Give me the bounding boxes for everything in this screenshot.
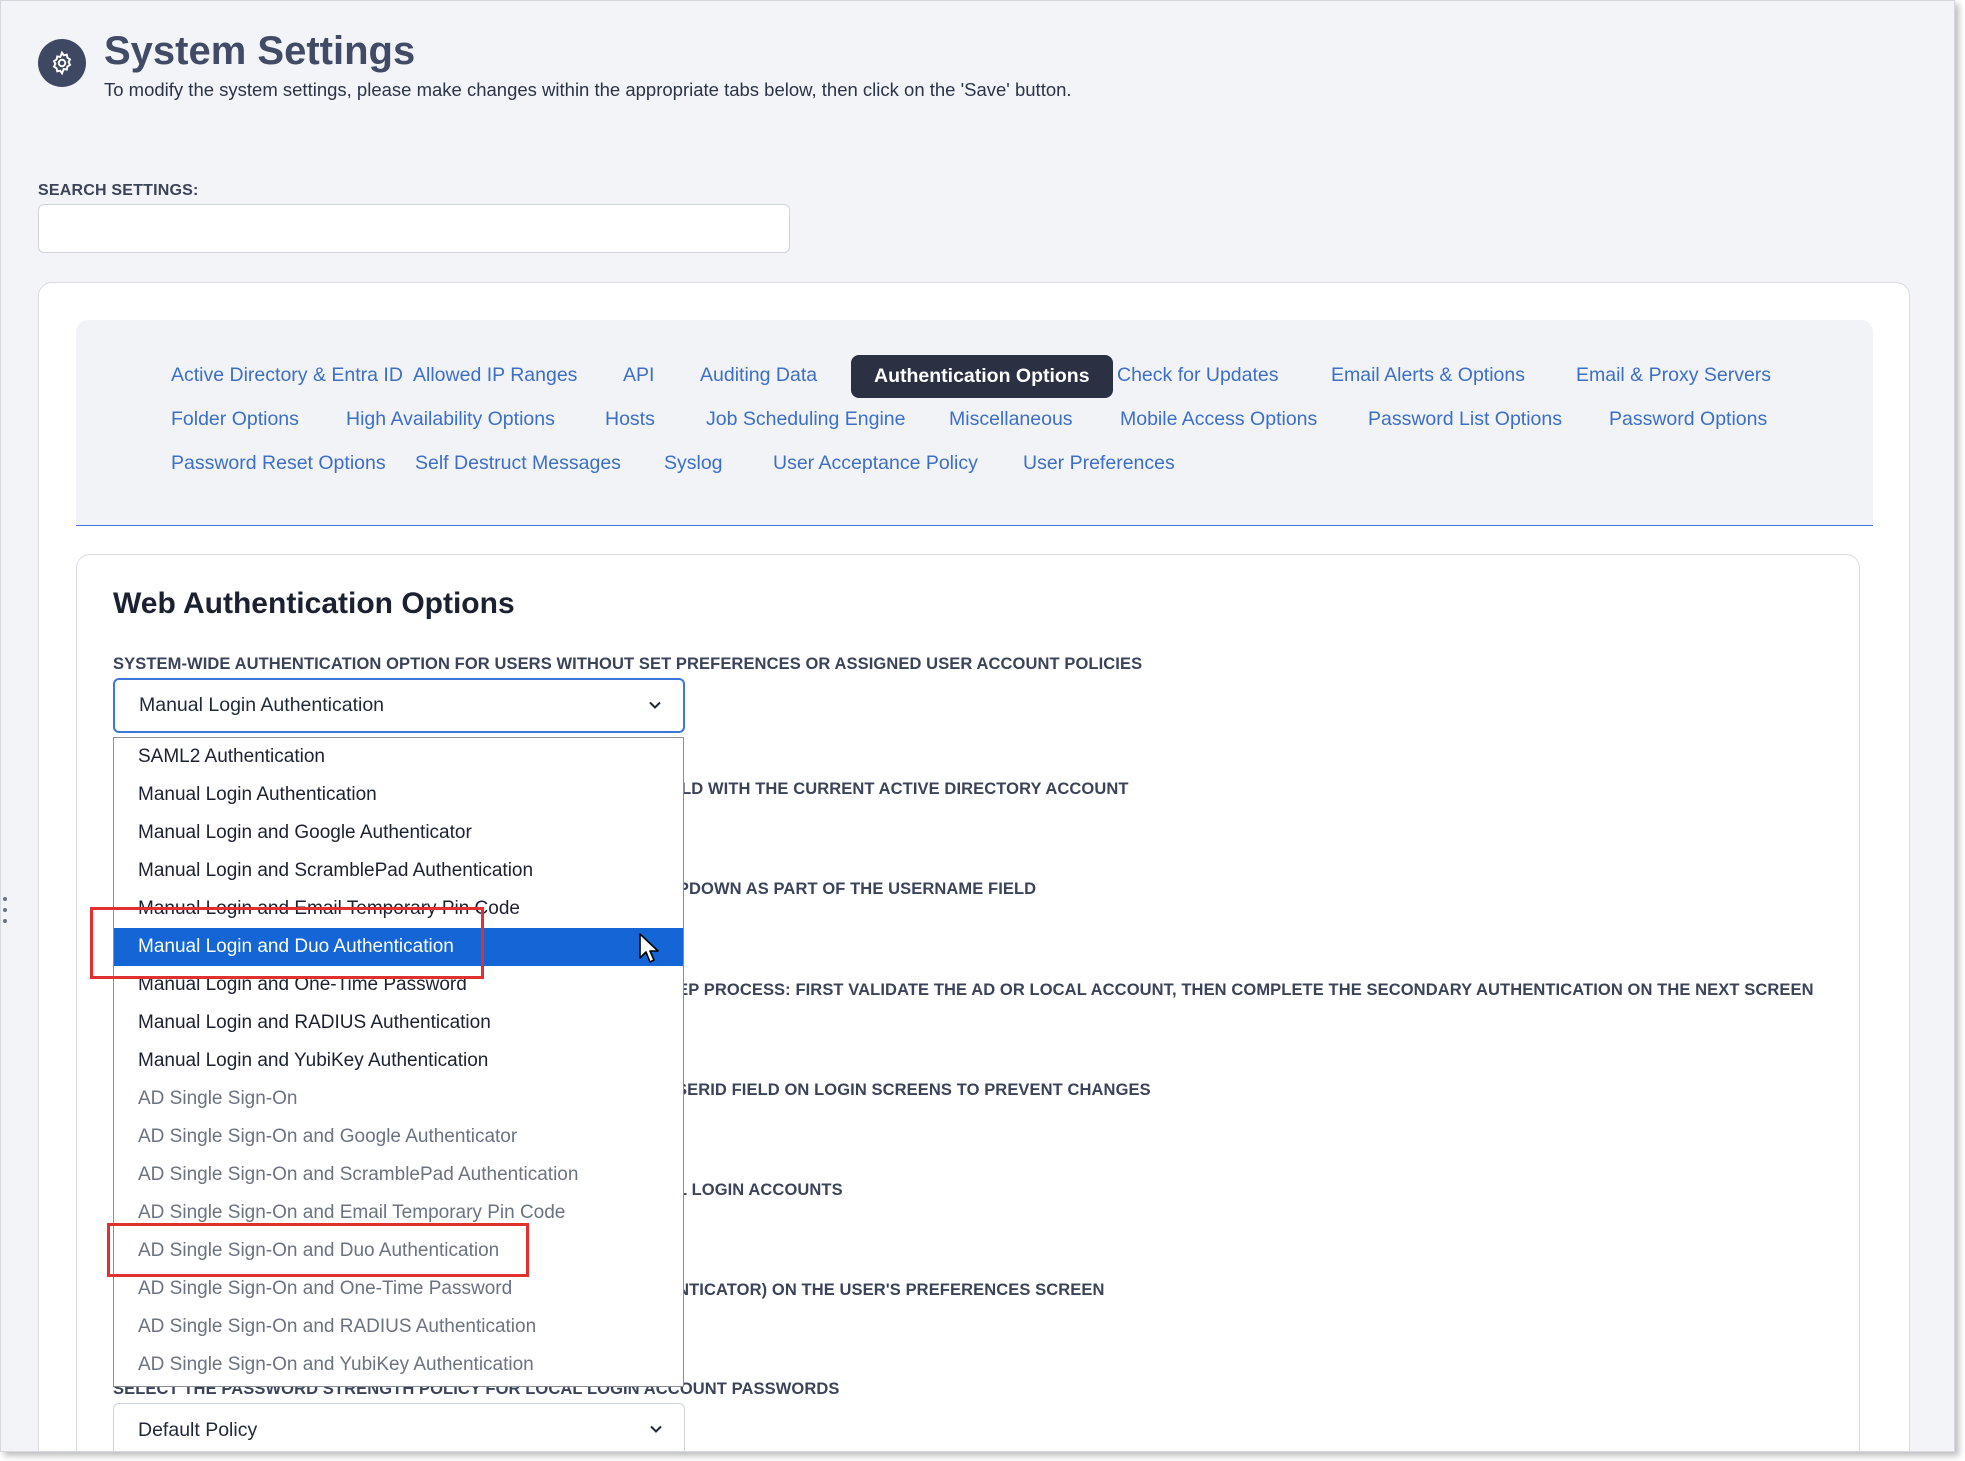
tab-job-scheduling[interactable]: Job Scheduling Engine — [696, 399, 916, 439]
gear-icon — [38, 39, 86, 87]
page-title: System Settings — [104, 29, 416, 73]
tab-high-availability[interactable]: High Availability Options — [336, 399, 565, 439]
drag-handle[interactable] — [1, 897, 9, 923]
page-subtitle: To modify the system settings, please ma… — [104, 79, 1072, 100]
option-manual-yubikey[interactable]: Manual Login and YubiKey Authentication — [114, 1042, 683, 1080]
option-ad-duo[interactable]: AD Single Sign-On and Duo Authentication — [114, 1232, 683, 1270]
option-ad-google[interactable]: AD Single Sign-On and Google Authenticat… — [114, 1118, 683, 1156]
option-saml2[interactable]: SAML2 Authentication — [114, 738, 683, 776]
search-input[interactable] — [38, 204, 790, 253]
option-ad-scramblepad[interactable]: AD Single Sign-On and ScramblePad Authen… — [114, 1156, 683, 1194]
tab-password-options[interactable]: Password Options — [1599, 399, 1777, 439]
chevron-down-icon — [650, 1425, 662, 1433]
tab-allowed-ip-ranges[interactable]: Allowed IP Ranges — [403, 355, 587, 395]
tab-folder-options[interactable]: Folder Options — [161, 399, 309, 439]
option-manual-scramblepad[interactable]: Manual Login and ScramblePad Authenticat… — [114, 852, 683, 890]
system-auth-option-label: SYSTEM-WIDE AUTHENTICATION OPTION FOR US… — [113, 655, 1143, 673]
option-ad-radius[interactable]: AD Single Sign-On and RADIUS Authenticat… — [114, 1308, 683, 1346]
password-policy-value: Default Policy — [138, 1419, 258, 1441]
option-ad-email-pin[interactable]: AD Single Sign-On and Email Temporary Pi… — [114, 1194, 683, 1232]
settings-window: System Settings To modify the system set… — [0, 0, 1955, 1452]
tab-auditing-data[interactable]: Auditing Data — [690, 355, 827, 395]
tab-bar: Active Directory & Entra ID Allowed IP R… — [76, 320, 1873, 526]
option-manual-google[interactable]: Manual Login and Google Authenticator — [114, 814, 683, 852]
tab-self-destruct-messages[interactable]: Self Destruct Messages — [405, 443, 631, 483]
system-auth-option-value: Manual Login Authentication — [139, 694, 385, 716]
tab-password-list-options[interactable]: Password List Options — [1358, 399, 1572, 439]
option-manual-otp[interactable]: Manual Login and One-Time Password — [114, 966, 683, 1004]
tab-syslog[interactable]: Syslog — [654, 443, 733, 483]
tab-email-alerts[interactable]: Email Alerts & Options — [1321, 355, 1535, 395]
option-manual-login[interactable]: Manual Login Authentication — [114, 776, 683, 814]
setting-label-lock-userid: USERID FIELD ON LOGIN SCREENS TO PREVENT… — [664, 1081, 1151, 1099]
setting-label-local-login: AL LOGIN ACCOUNTS — [665, 1181, 843, 1199]
search-label: SEARCH SETTINGS: — [38, 182, 199, 199]
section-title: Web Authentication Options — [113, 587, 515, 620]
option-manual-radius[interactable]: Manual Login and RADIUS Authentication — [114, 1004, 683, 1042]
option-ad-sso[interactable]: AD Single Sign-On — [114, 1080, 683, 1118]
tab-user-acceptance-policy[interactable]: User Acceptance Policy — [763, 443, 988, 483]
option-manual-email-pin[interactable]: Manual Login and Email Temporary Pin Cod… — [114, 890, 683, 928]
option-ad-otp[interactable]: AD Single Sign-On and One-Time Password — [114, 1270, 683, 1308]
auth-option-dropdown: SAML2 Authentication Manual Login Authen… — [113, 737, 684, 1387]
tab-check-for-updates[interactable]: Check for Updates — [1107, 355, 1289, 395]
tab-active-directory[interactable]: Active Directory & Entra ID — [161, 355, 413, 395]
tab-miscellaneous[interactable]: Miscellaneous — [939, 399, 1083, 439]
system-auth-option-select[interactable]: Manual Login Authentication — [113, 678, 685, 733]
tab-api[interactable]: API — [613, 355, 664, 395]
setting-label-ad-account: ELD WITH THE CURRENT ACTIVE DIRECTORY AC… — [670, 780, 1129, 798]
tab-password-reset-options[interactable]: Password Reset Options — [161, 443, 396, 483]
password-policy-select[interactable]: Default Policy — [113, 1403, 685, 1451]
tab-email-proxy-servers[interactable]: Email & Proxy Servers — [1566, 355, 1781, 395]
chevron-down-icon — [649, 701, 661, 709]
mouse-pointer-icon — [639, 933, 659, 963]
setting-label-preferences-screen: ENTICATOR) ON THE USER'S PREFERENCES SCR… — [666, 1281, 1105, 1299]
tab-mobile-access[interactable]: Mobile Access Options — [1110, 399, 1327, 439]
setting-label-two-step: TEP PROCESS: FIRST VALIDATE THE AD OR LO… — [667, 981, 1814, 999]
setting-label-domain-dropdown: OPDOWN AS PART OF THE USERNAME FIELD — [665, 880, 1037, 898]
option-ad-yubikey[interactable]: AD Single Sign-On and YubiKey Authentica… — [114, 1346, 683, 1384]
tab-hosts[interactable]: Hosts — [595, 399, 665, 439]
option-manual-duo[interactable]: Manual Login and Duo Authentication — [114, 928, 683, 966]
tab-authentication-options[interactable]: Authentication Options — [851, 355, 1113, 398]
tab-user-preferences[interactable]: User Preferences — [1013, 443, 1185, 483]
